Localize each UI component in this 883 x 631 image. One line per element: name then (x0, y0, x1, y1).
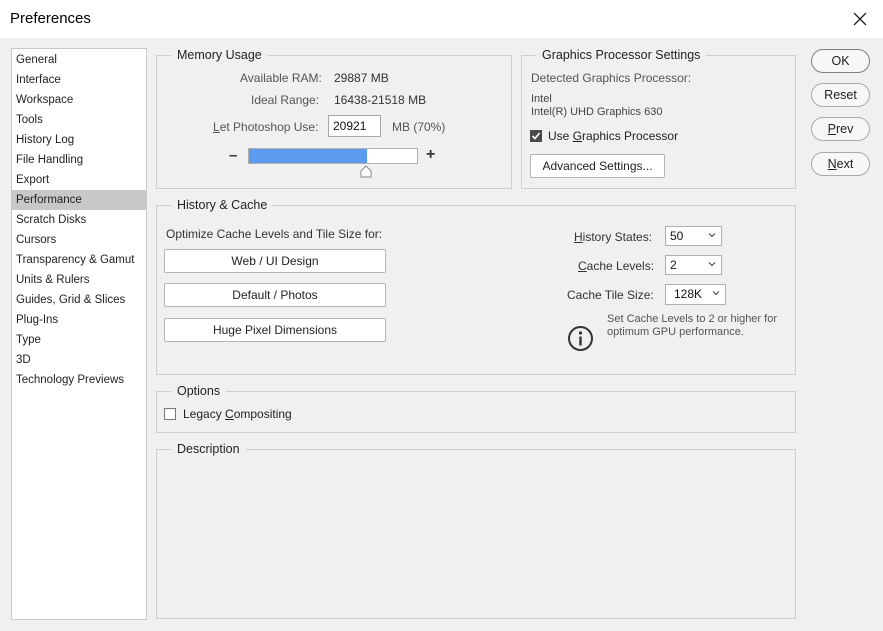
sidebar-item-scratch-disks[interactable]: Scratch Disks (12, 210, 146, 230)
legacy-text-pre: Legacy (183, 407, 226, 421)
memory-usage-legend: Memory Usage (171, 47, 268, 63)
use-gpu-checkbox[interactable] (530, 130, 542, 142)
sidebar-item-cursors[interactable]: Cursors (12, 230, 146, 250)
sidebar-item-technology-previews[interactable]: Technology Previews (12, 370, 146, 390)
ok-button[interactable]: OK (811, 49, 870, 73)
title-bar: Preferences (0, 0, 883, 38)
cache-levels-select[interactable]: 2 (665, 255, 722, 275)
sidebar-item-interface[interactable]: Interface (12, 70, 146, 90)
reset-button[interactable]: Reset (811, 83, 870, 107)
chevron-down-icon (708, 233, 716, 238)
memory-slider-fill (249, 149, 367, 163)
memory-amount-input[interactable] (328, 115, 381, 137)
cache-levels-text: ache Levels: (586, 259, 655, 273)
sidebar-item-units-rulers[interactable]: Units & Rulers (12, 270, 146, 290)
use-gpu-text-pre: Use (548, 129, 573, 143)
cache-tile-size-select[interactable]: 128K (665, 284, 726, 305)
sidebar-item-3d[interactable]: 3D (12, 350, 146, 370)
cache-levels-label: Cache Levels: (578, 259, 654, 273)
chevron-down-icon (708, 262, 716, 267)
sidebar-item-plug-ins[interactable]: Plug-Ins (12, 310, 146, 330)
close-button[interactable] (837, 0, 883, 38)
use-gpu-mnemonic: G (572, 129, 583, 143)
memory-slider[interactable] (248, 148, 418, 164)
huge-pixel-dimensions-button[interactable]: Huge Pixel Dimensions (164, 318, 386, 342)
sidebar-item-workspace[interactable]: Workspace (12, 90, 146, 110)
cache-levels-value: 2 (670, 258, 677, 272)
history-states-mnemonic: H (574, 230, 583, 244)
sidebar-item-type[interactable]: Type (12, 330, 146, 350)
legacy-mnemonic: C (225, 407, 234, 421)
let-photoshop-use-mnemonic: L (213, 120, 220, 134)
preferences-sidebar: General Interface Workspace Tools Histor… (11, 48, 147, 620)
sidebar-item-history-log[interactable]: History Log (12, 130, 146, 150)
history-states-select[interactable]: 50 (665, 226, 722, 246)
gpu-settings-legend: Graphics Processor Settings (536, 47, 707, 63)
chevron-down-icon (712, 291, 720, 296)
options-legend: Options (171, 383, 227, 399)
sidebar-item-file-handling[interactable]: File Handling (12, 150, 146, 170)
increase-memory-button[interactable]: + (426, 146, 435, 164)
history-states-value: 50 (670, 229, 684, 243)
info-text-line-2: optimum GPU performance. (607, 326, 744, 338)
legacy-text-post: ompositing (233, 407, 292, 421)
sidebar-item-tools[interactable]: Tools (12, 110, 146, 130)
checkmark-icon (531, 132, 541, 140)
prev-text: rev (835, 122, 854, 136)
let-photoshop-use-text: et Photoshop Use: (219, 120, 319, 134)
legacy-compositing-checkbox[interactable] (164, 408, 176, 420)
gpu-model: Intel(R) UHD Graphics 630 (531, 106, 663, 118)
legacy-compositing-label: Legacy Compositing (183, 407, 292, 421)
default-photos-button[interactable]: Default / Photos (164, 283, 386, 307)
optimize-label: Optimize Cache Levels and Tile Size for: (166, 227, 383, 241)
info-icon (568, 326, 593, 351)
next-mnemonic: N (827, 157, 837, 171)
cache-tile-size-value: 128K (674, 287, 703, 301)
ideal-range-value: 16438-21518 MB (334, 93, 427, 107)
let-photoshop-use-label: Let Photoshop Use: (213, 120, 318, 134)
history-states-label: History States: (574, 230, 652, 244)
prev-mnemonic: P (827, 122, 836, 136)
history-cache-legend: History & Cache (171, 197, 274, 213)
info-text-line-1: Set Cache Levels to 2 or higher for (607, 313, 777, 325)
advanced-settings-button[interactable]: Advanced Settings... (530, 154, 665, 178)
slider-thumb-icon[interactable] (359, 165, 373, 178)
next-text: ext (836, 157, 854, 171)
description-legend: Description (171, 441, 246, 457)
available-ram-label: Available RAM: (240, 71, 322, 85)
use-gpu-label: Use Graphics Processor (548, 129, 678, 143)
sidebar-item-export[interactable]: Export (12, 170, 146, 190)
cache-levels-mnemonic: C (578, 259, 587, 273)
available-ram-value: 29887 MB (334, 71, 389, 85)
detected-gpu-label: Detected Graphics Processor: (531, 71, 692, 85)
next-button[interactable]: Next (811, 152, 870, 176)
sidebar-item-performance[interactable]: Performance (12, 190, 146, 210)
history-states-text: istory States: (582, 230, 653, 244)
decrease-memory-button[interactable]: – (229, 147, 237, 164)
prev-button[interactable]: Prev (811, 117, 870, 141)
sidebar-item-transparency-gamut[interactable]: Transparency & Gamut (12, 250, 146, 270)
description-group: Description (156, 441, 796, 619)
sidebar-item-guides-grid-slices[interactable]: Guides, Grid & Slices (12, 290, 146, 310)
close-icon (853, 12, 867, 26)
cache-tile-size-label: Cache Tile Size: (567, 288, 654, 302)
memory-unit-label: MB (70%) (392, 120, 446, 134)
use-gpu-text-post: raphics Processor (582, 129, 679, 143)
sidebar-item-general[interactable]: General (12, 50, 146, 70)
window-title: Preferences (10, 10, 91, 27)
gpu-vendor: Intel (531, 93, 552, 105)
web-ui-design-button[interactable]: Web / UI Design (164, 249, 386, 273)
ideal-range-label: Ideal Range: (251, 93, 320, 107)
